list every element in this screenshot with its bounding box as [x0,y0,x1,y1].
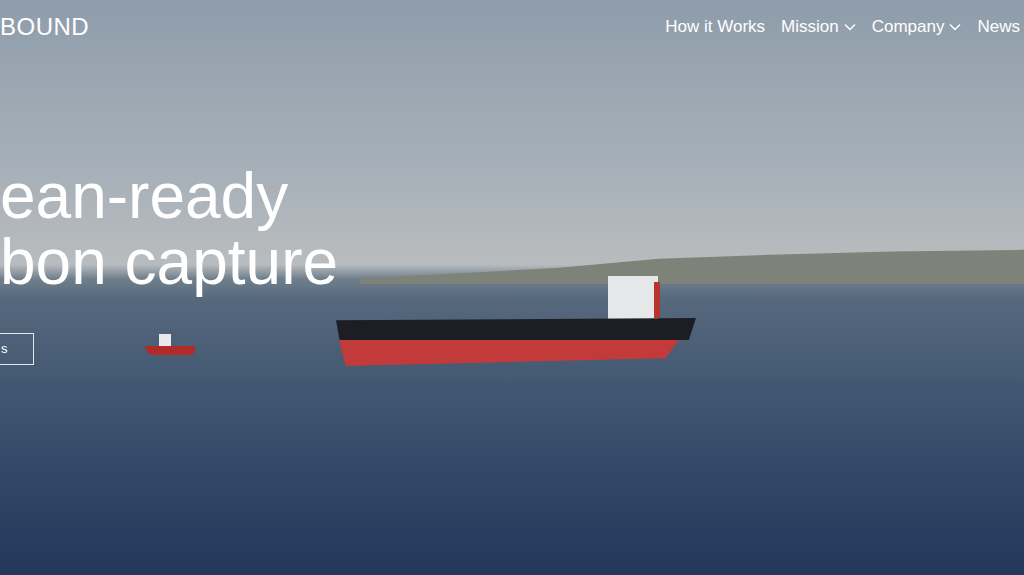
chevron-down-icon [844,23,856,31]
hero-headline: ean-readybon capture [0,163,338,295]
cta-button[interactable]: s [0,333,34,365]
nav-item[interactable]: News [977,16,1020,38]
nav-item[interactable]: Company [872,16,962,38]
nav-menu: How it Works Mission Company News [665,16,1020,38]
coastline [360,248,1024,284]
nav-item[interactable]: How it Works [665,16,765,38]
hero-content: ean-readybon capture s [0,44,1024,365]
top-nav: BOUND How it Works Mission Company News [0,0,1024,44]
nav-item[interactable]: Mission [781,16,856,38]
headline-line: ean-ready [0,163,338,229]
hero-section: BOUND How it Works Mission Company News ean-r… [0,0,1024,575]
logo[interactable]: BOUND [0,14,89,40]
tugboat [145,330,197,358]
cargo-ship [336,262,698,370]
headline-line: bon capture [0,229,338,295]
chevron-down-icon [949,23,961,31]
